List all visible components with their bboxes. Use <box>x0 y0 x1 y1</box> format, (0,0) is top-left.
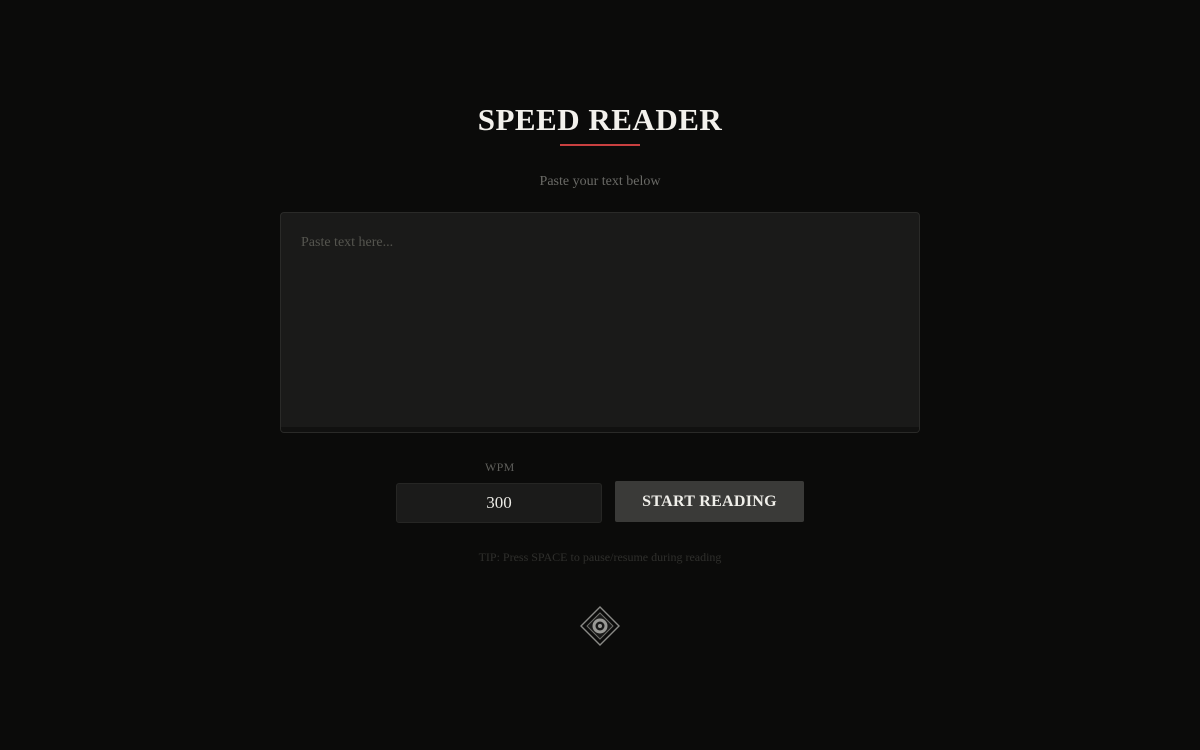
text-input-container <box>280 212 920 433</box>
title-underline <box>560 144 640 146</box>
wpm-label: WPM <box>485 460 515 474</box>
diamond-eye-icon <box>579 605 621 647</box>
page-title: SPEED READER <box>477 102 723 137</box>
text-input[interactable] <box>281 213 919 432</box>
speed-reader-page: SPEED READER Paste your text below WPM S… <box>0 0 1200 750</box>
page-subtitle: Paste your text below <box>539 174 661 189</box>
tip-text: TIP: Press SPACE to pause/resume during … <box>478 550 722 564</box>
wpm-input[interactable] <box>396 483 602 523</box>
start-reading-button[interactable]: START READING <box>615 481 804 522</box>
